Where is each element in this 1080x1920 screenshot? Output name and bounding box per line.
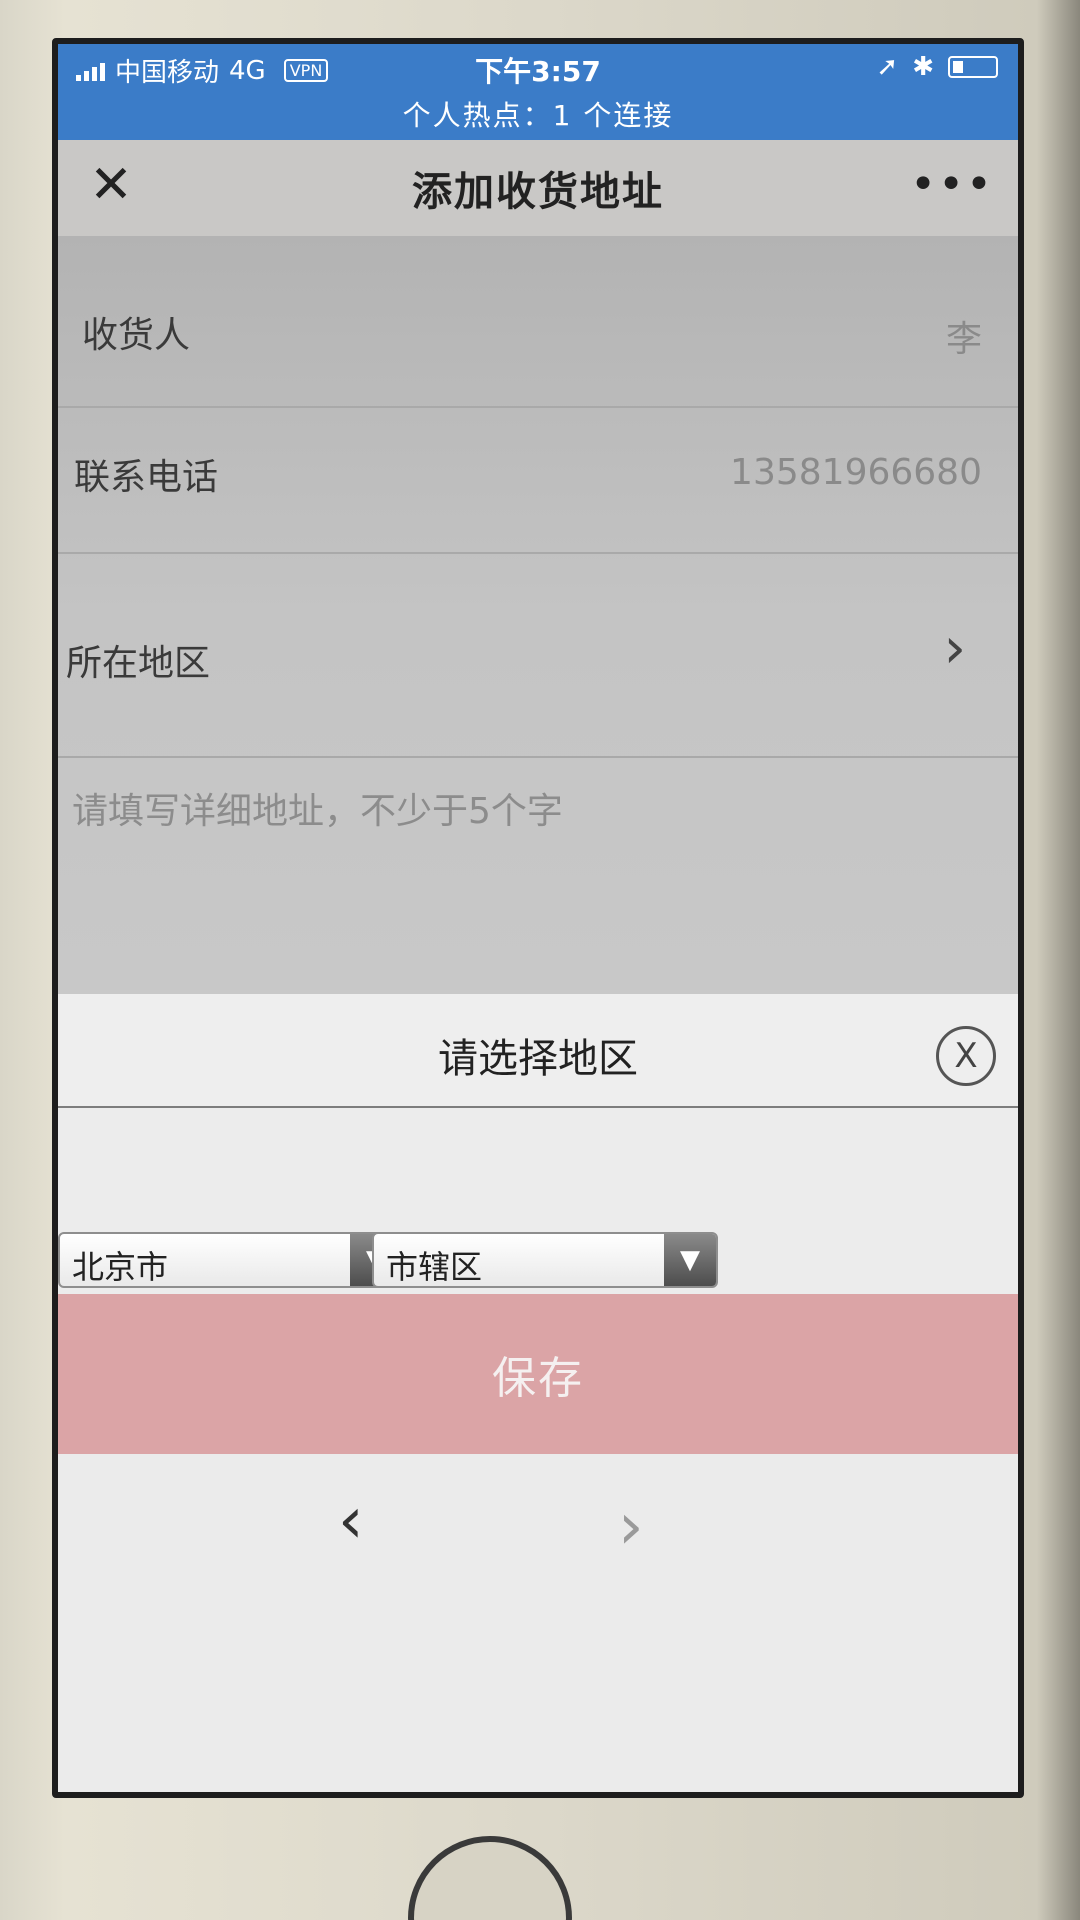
region-row[interactable]: 所在地区 ›	[58, 554, 1018, 758]
save-button-label: 保存	[492, 1353, 584, 1404]
district-select[interactable]: 市辖区 ▼	[372, 1232, 718, 1288]
detail-address-input[interactable]: 请填写详细地址，不少于5个字	[72, 782, 563, 834]
back-arrow-icon[interactable]: ‹	[338, 1484, 364, 1558]
recipient-row[interactable]: 收货人 李	[58, 236, 1018, 408]
recipient-input[interactable]: 李	[946, 310, 982, 362]
province-select[interactable]: 北京市 ▼	[58, 1232, 404, 1288]
nav-bar: ✕ 添加收货地址 •••	[58, 140, 1018, 236]
save-button[interactable]: 保存	[58, 1294, 1018, 1454]
close-icon[interactable]: ✕	[86, 159, 136, 211]
recipient-label: 收货人	[82, 315, 191, 356]
close-circle-icon[interactable]: X	[936, 1026, 996, 1086]
status-bar: 中国移动 4G VPN 下午3:57 ➚ ✱ 个人热点：1 个连接	[58, 44, 1018, 140]
location-icon: ➚	[876, 52, 899, 82]
chevron-right-icon: ›	[943, 616, 966, 681]
district-select-value: 市辖区	[386, 1248, 483, 1286]
page-title: 添加收货地址	[412, 169, 664, 215]
chevron-down-icon: ▼	[664, 1234, 716, 1286]
region-label: 所在地区	[66, 643, 211, 684]
status-time: 下午3:57	[475, 55, 601, 88]
phone-input[interactable]: 13581966680	[730, 452, 982, 493]
phone-screen: 中国移动 4G VPN 下午3:57 ➚ ✱ 个人热点：1 个连接 ✕ 添加收货…	[52, 38, 1024, 1798]
hotspot-banner[interactable]: 个人热点：1 个连接	[58, 94, 1018, 134]
battery-icon	[948, 56, 998, 78]
browser-toolbar: ‹ ›	[58, 1454, 1018, 1792]
region-picker-header: 请选择地区 X	[58, 994, 1018, 1108]
region-picker-title: 请选择地区	[438, 1036, 638, 1082]
province-select-value: 北京市	[72, 1248, 169, 1286]
status-icons: ➚ ✱	[876, 52, 998, 82]
bluetooth-icon: ✱	[912, 52, 934, 82]
forward-arrow-icon[interactable]: ›	[618, 1490, 644, 1564]
address-form: 收货人 李 联系电话 13581966680 所在地区 › 请填写详细地址，不少…	[58, 236, 1018, 996]
phone-label: 联系电话	[74, 457, 219, 498]
phone-row[interactable]: 联系电话 13581966680	[58, 408, 1018, 554]
region-picker-sheet: 请选择地区 X 北京市 ▼ 市辖区 ▼ 保存 ‹ ›	[58, 994, 1018, 1792]
more-icon[interactable]: •••	[910, 163, 994, 207]
